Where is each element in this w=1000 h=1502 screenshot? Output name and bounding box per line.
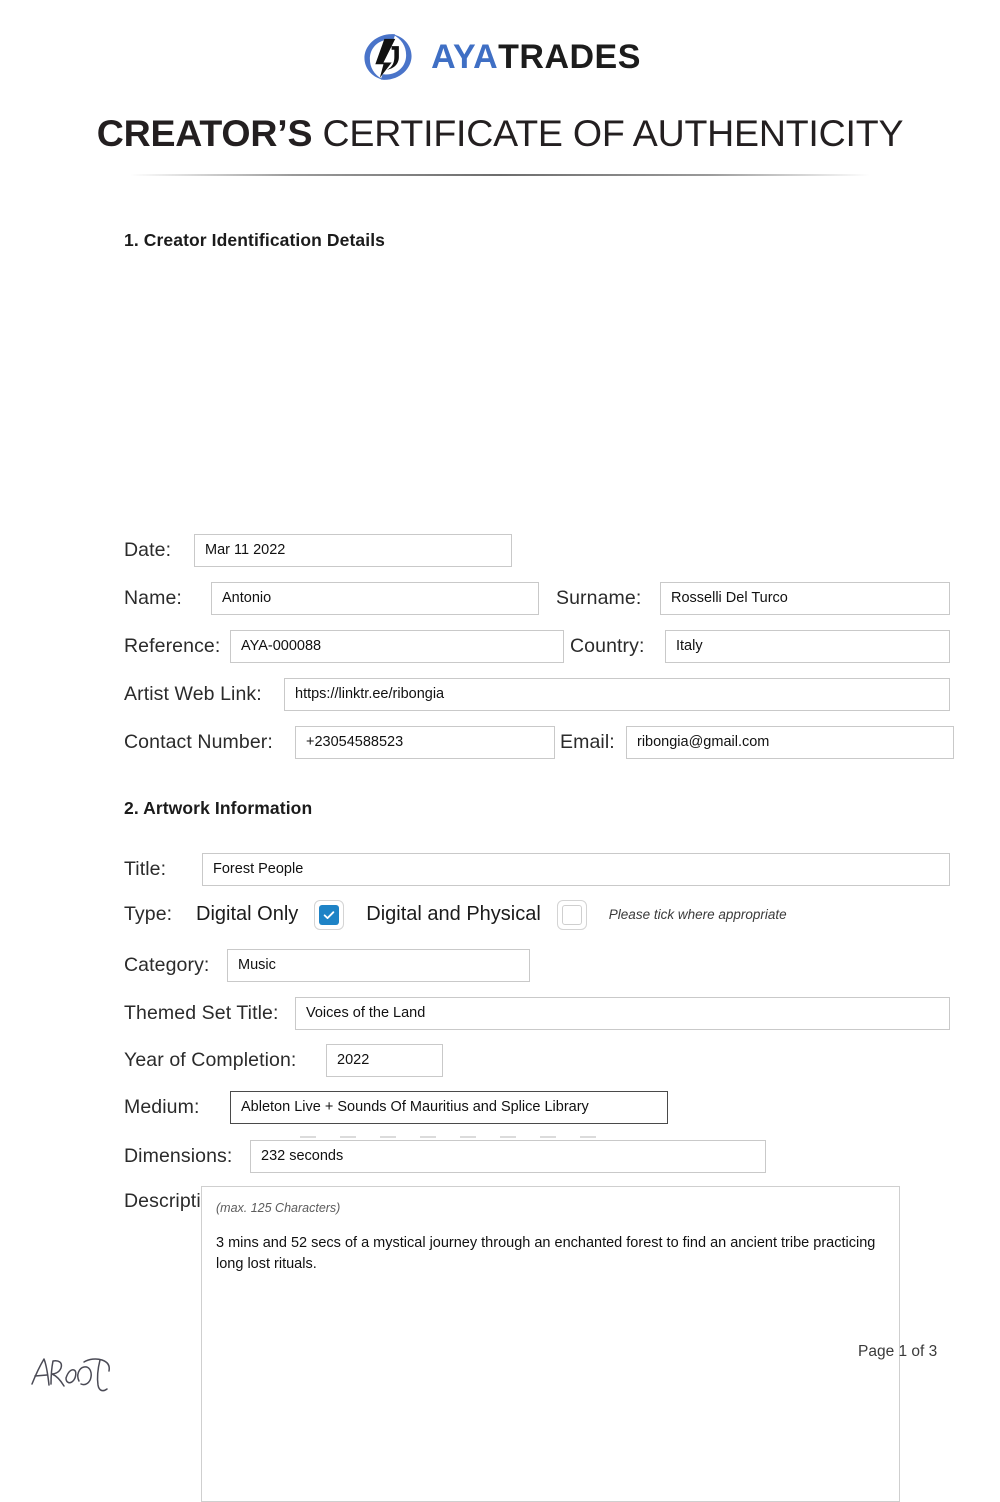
field-row-year: Year of Completion: 2022 [124, 1043, 443, 1077]
field-row-weblink: Artist Web Link: https://linktr.ee/ribon… [124, 677, 950, 711]
handwritten-signature-icon [26, 1348, 118, 1405]
description-textarea[interactable]: (max. 125 Characters) 3 mins and 52 secs… [201, 1185, 900, 1502]
artwork-title-label: Title: [124, 857, 167, 880]
page-title: CREATOR’S CERTIFICATE OF AUTHENTICITY [0, 112, 1000, 154]
brand-name-trades: TRADES [498, 38, 641, 76]
dimensions-input[interactable]: 232 seconds [250, 1139, 766, 1173]
field-row-type: Type: Digital Only Digital and Physical … [124, 899, 787, 930]
brand-logo: AYA TRADES [0, 26, 1000, 88]
contact-label: Contact Number: [124, 730, 273, 753]
country-label: Country: [570, 634, 645, 657]
page-title-light: CERTIFICATE OF AUTHENTICITY [322, 112, 904, 154]
check-icon [323, 910, 335, 919]
type-option-digital-only-checkbox[interactable] [314, 899, 345, 930]
surname-input[interactable]: Rosselli Del Turco [660, 581, 950, 615]
brand-wordmark: AYA TRADES [431, 40, 641, 74]
type-hint-text: Please tick where appropriate [608, 907, 787, 922]
description-placeholder: (max. 125 Characters) [216, 1200, 341, 1215]
section-2-heading: 2. Artwork Information [124, 797, 313, 818]
type-option-digital-physical-checkbox[interactable] [556, 899, 587, 930]
country-input[interactable]: Italy [665, 629, 950, 663]
field-row-email: Email: ribongia@gmail.com [560, 725, 954, 759]
contact-input[interactable]: +23054588523 [295, 725, 555, 759]
document-header: AYA TRADES CREATOR’S CERTIFICATE OF AUTHE… [0, 0, 1000, 176]
year-input[interactable]: 2022 [326, 1043, 443, 1077]
field-row-country: Country: Italy [570, 629, 950, 663]
field-row-themed-set: Themed Set Title: Voices of the Land [124, 996, 950, 1030]
brand-name-aya: AYA [431, 38, 499, 76]
email-input[interactable]: ribongia@gmail.com [626, 725, 954, 759]
document-body: 1. Creator Identification Details Date: … [0, 229, 1000, 1502]
description-value: 3 mins and 52 secs of a mystical journey… [216, 1234, 876, 1272]
category-label: Category: [124, 953, 210, 976]
medium-label: Medium: [124, 1095, 200, 1118]
artwork-title-input[interactable]: Forest People [202, 852, 950, 886]
year-label: Year of Completion: [124, 1048, 297, 1071]
field-row-artwork-title: Title: Forest People [124, 852, 950, 886]
page-title-bold: CREATOR’S [96, 112, 313, 154]
surname-label: Surname: [556, 586, 642, 609]
reference-label: Reference: [124, 634, 221, 657]
name-label: Name: [124, 586, 182, 609]
field-row-date: Date: Mar 11 2022 [124, 533, 512, 567]
type-label: Type: [124, 903, 173, 925]
field-row-dimensions: Dimensions: 232 seconds [124, 1139, 766, 1173]
reference-input[interactable]: AYA-000088 [230, 629, 564, 663]
medium-input[interactable]: Ableton Live + Sounds Of Mauritius and S… [230, 1090, 668, 1124]
aya-circular-arrow-logo-icon [359, 28, 417, 86]
ghost-dotted-line [300, 1135, 600, 1138]
title-divider [130, 173, 870, 176]
email-label: Email: [560, 730, 615, 753]
themed-set-label: Themed Set Title: [124, 1001, 279, 1024]
field-row-contact: Contact Number: +23054588523 [124, 725, 555, 759]
date-label: Date: [124, 538, 172, 561]
themed-set-input[interactable]: Voices of the Land [295, 996, 950, 1030]
date-input[interactable]: Mar 11 2022 [194, 533, 512, 567]
dimensions-label: Dimensions: [124, 1144, 233, 1167]
field-row-reference: Reference: AYA-000088 [124, 629, 564, 663]
section-1-heading: 1. Creator Identification Details [124, 229, 385, 250]
name-input[interactable]: Antonio [211, 581, 539, 615]
type-option-digital-physical-label: Digital and Physical [366, 903, 541, 925]
checkbox-empty-fill [561, 904, 582, 925]
weblink-label: Artist Web Link: [124, 682, 262, 705]
category-input[interactable]: Music [227, 948, 530, 982]
field-row-name: Name: Antonio [124, 581, 539, 615]
field-row-category: Category: Music [124, 948, 530, 982]
field-row-surname: Surname: Rosselli Del Turco [556, 581, 950, 615]
checkbox-checked-fill [319, 904, 340, 925]
page-number: Page 1 of 3 [858, 1343, 938, 1360]
field-row-medium: Medium: Ableton Live + Sounds Of Mauriti… [124, 1090, 668, 1124]
weblink-input[interactable]: https://linktr.ee/ribongia [284, 677, 950, 711]
type-option-digital-only-label: Digital Only [196, 903, 299, 925]
